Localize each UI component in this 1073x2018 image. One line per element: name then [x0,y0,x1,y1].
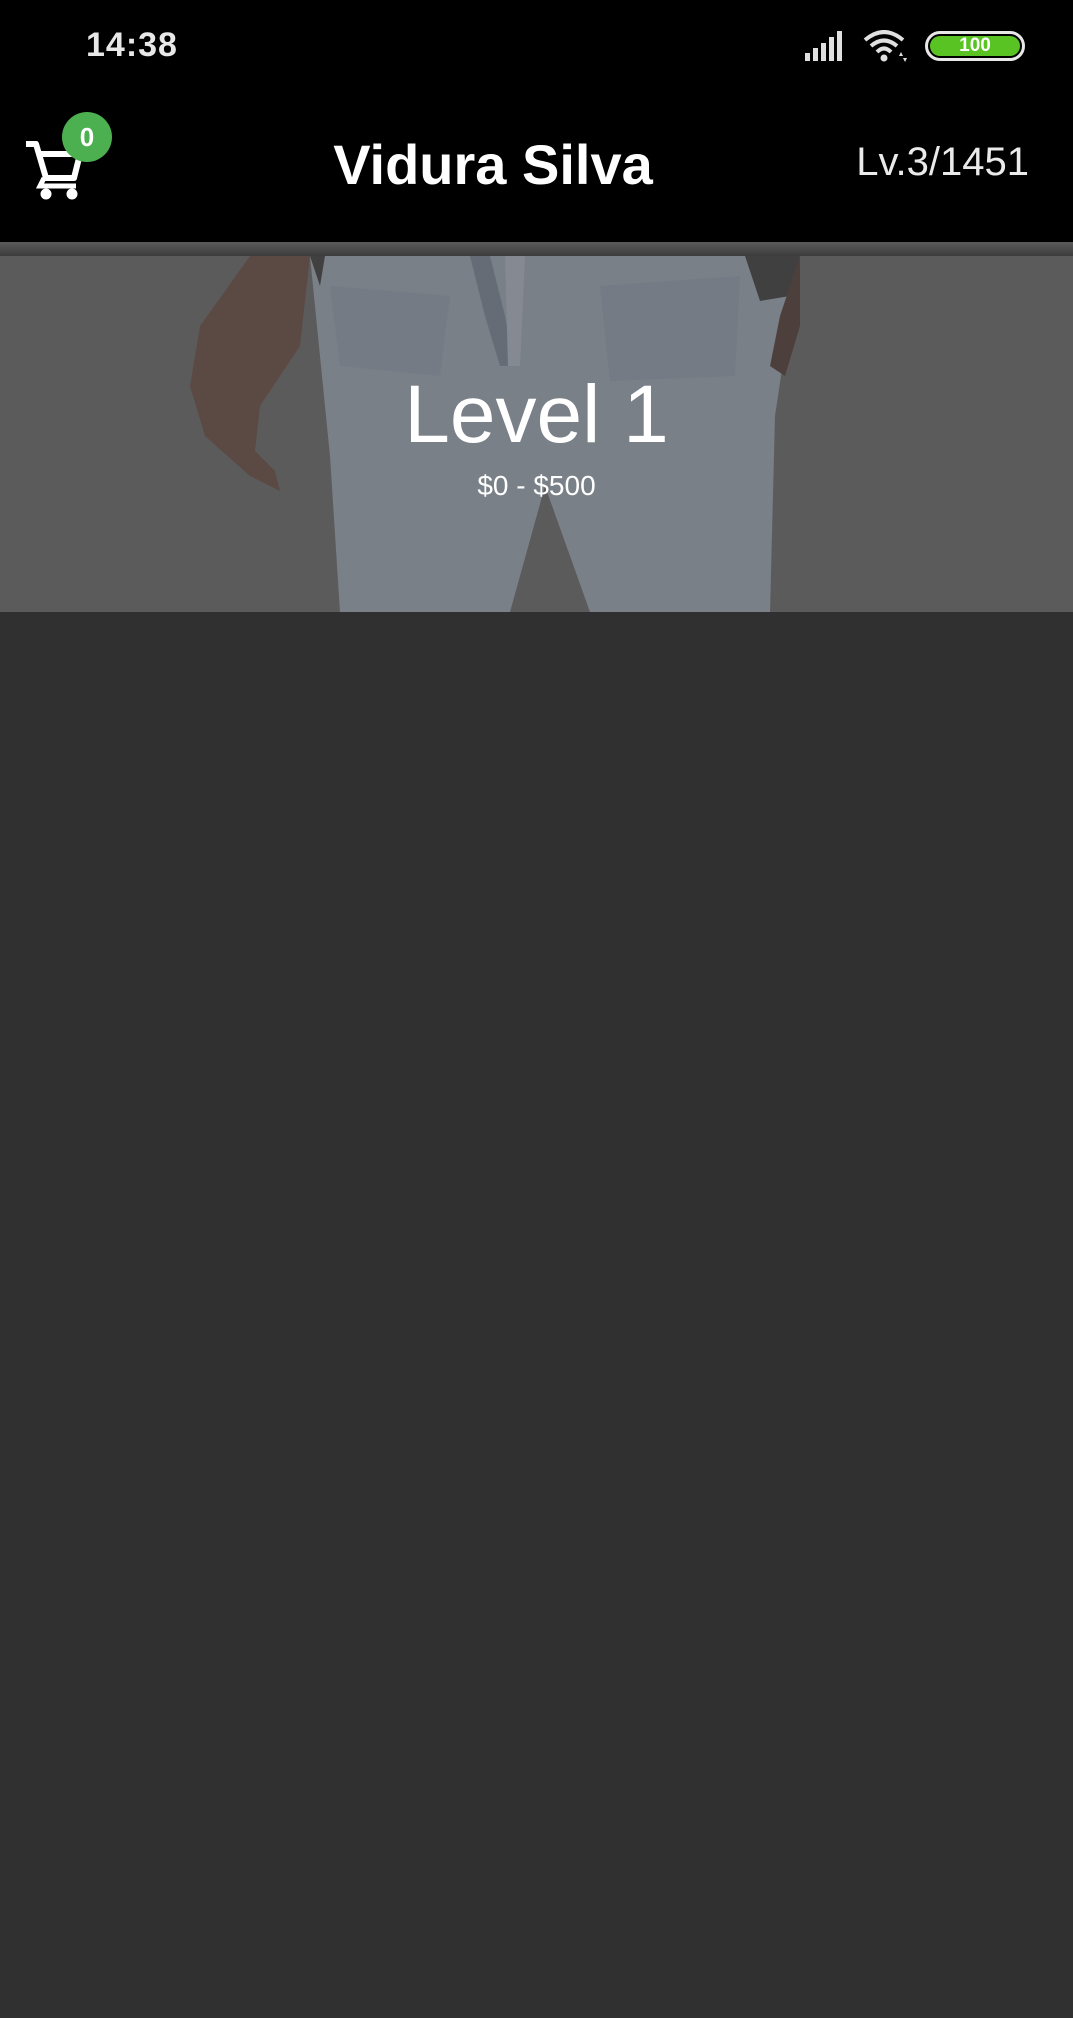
app-bar-shadow [0,242,1073,256]
signal-icon [805,31,847,61]
wifi-icon [863,30,909,62]
status-icons: 100 [805,30,1025,62]
app-title: Vidura Silva [333,133,653,196]
battery-level: 100 [930,35,1020,56]
cart-count-badge: 0 [62,112,112,162]
cart-button[interactable]: 0 [24,112,114,210]
level-banner[interactable]: Level 1 $0 - $500 [0,256,1073,612]
banner-title: Level 1 [404,369,669,460]
status-bar: 14:38 100 [0,0,1073,97]
battery-icon: 100 [925,31,1025,61]
screen: 14:38 100 0 Vidura Silva Lv.3/1451 Level… [0,0,1073,2018]
level-indicator: Lv.3/1451 [856,140,1029,184]
status-time: 14:38 [86,26,178,64]
banner-price-range: $0 - $500 [477,470,596,501]
